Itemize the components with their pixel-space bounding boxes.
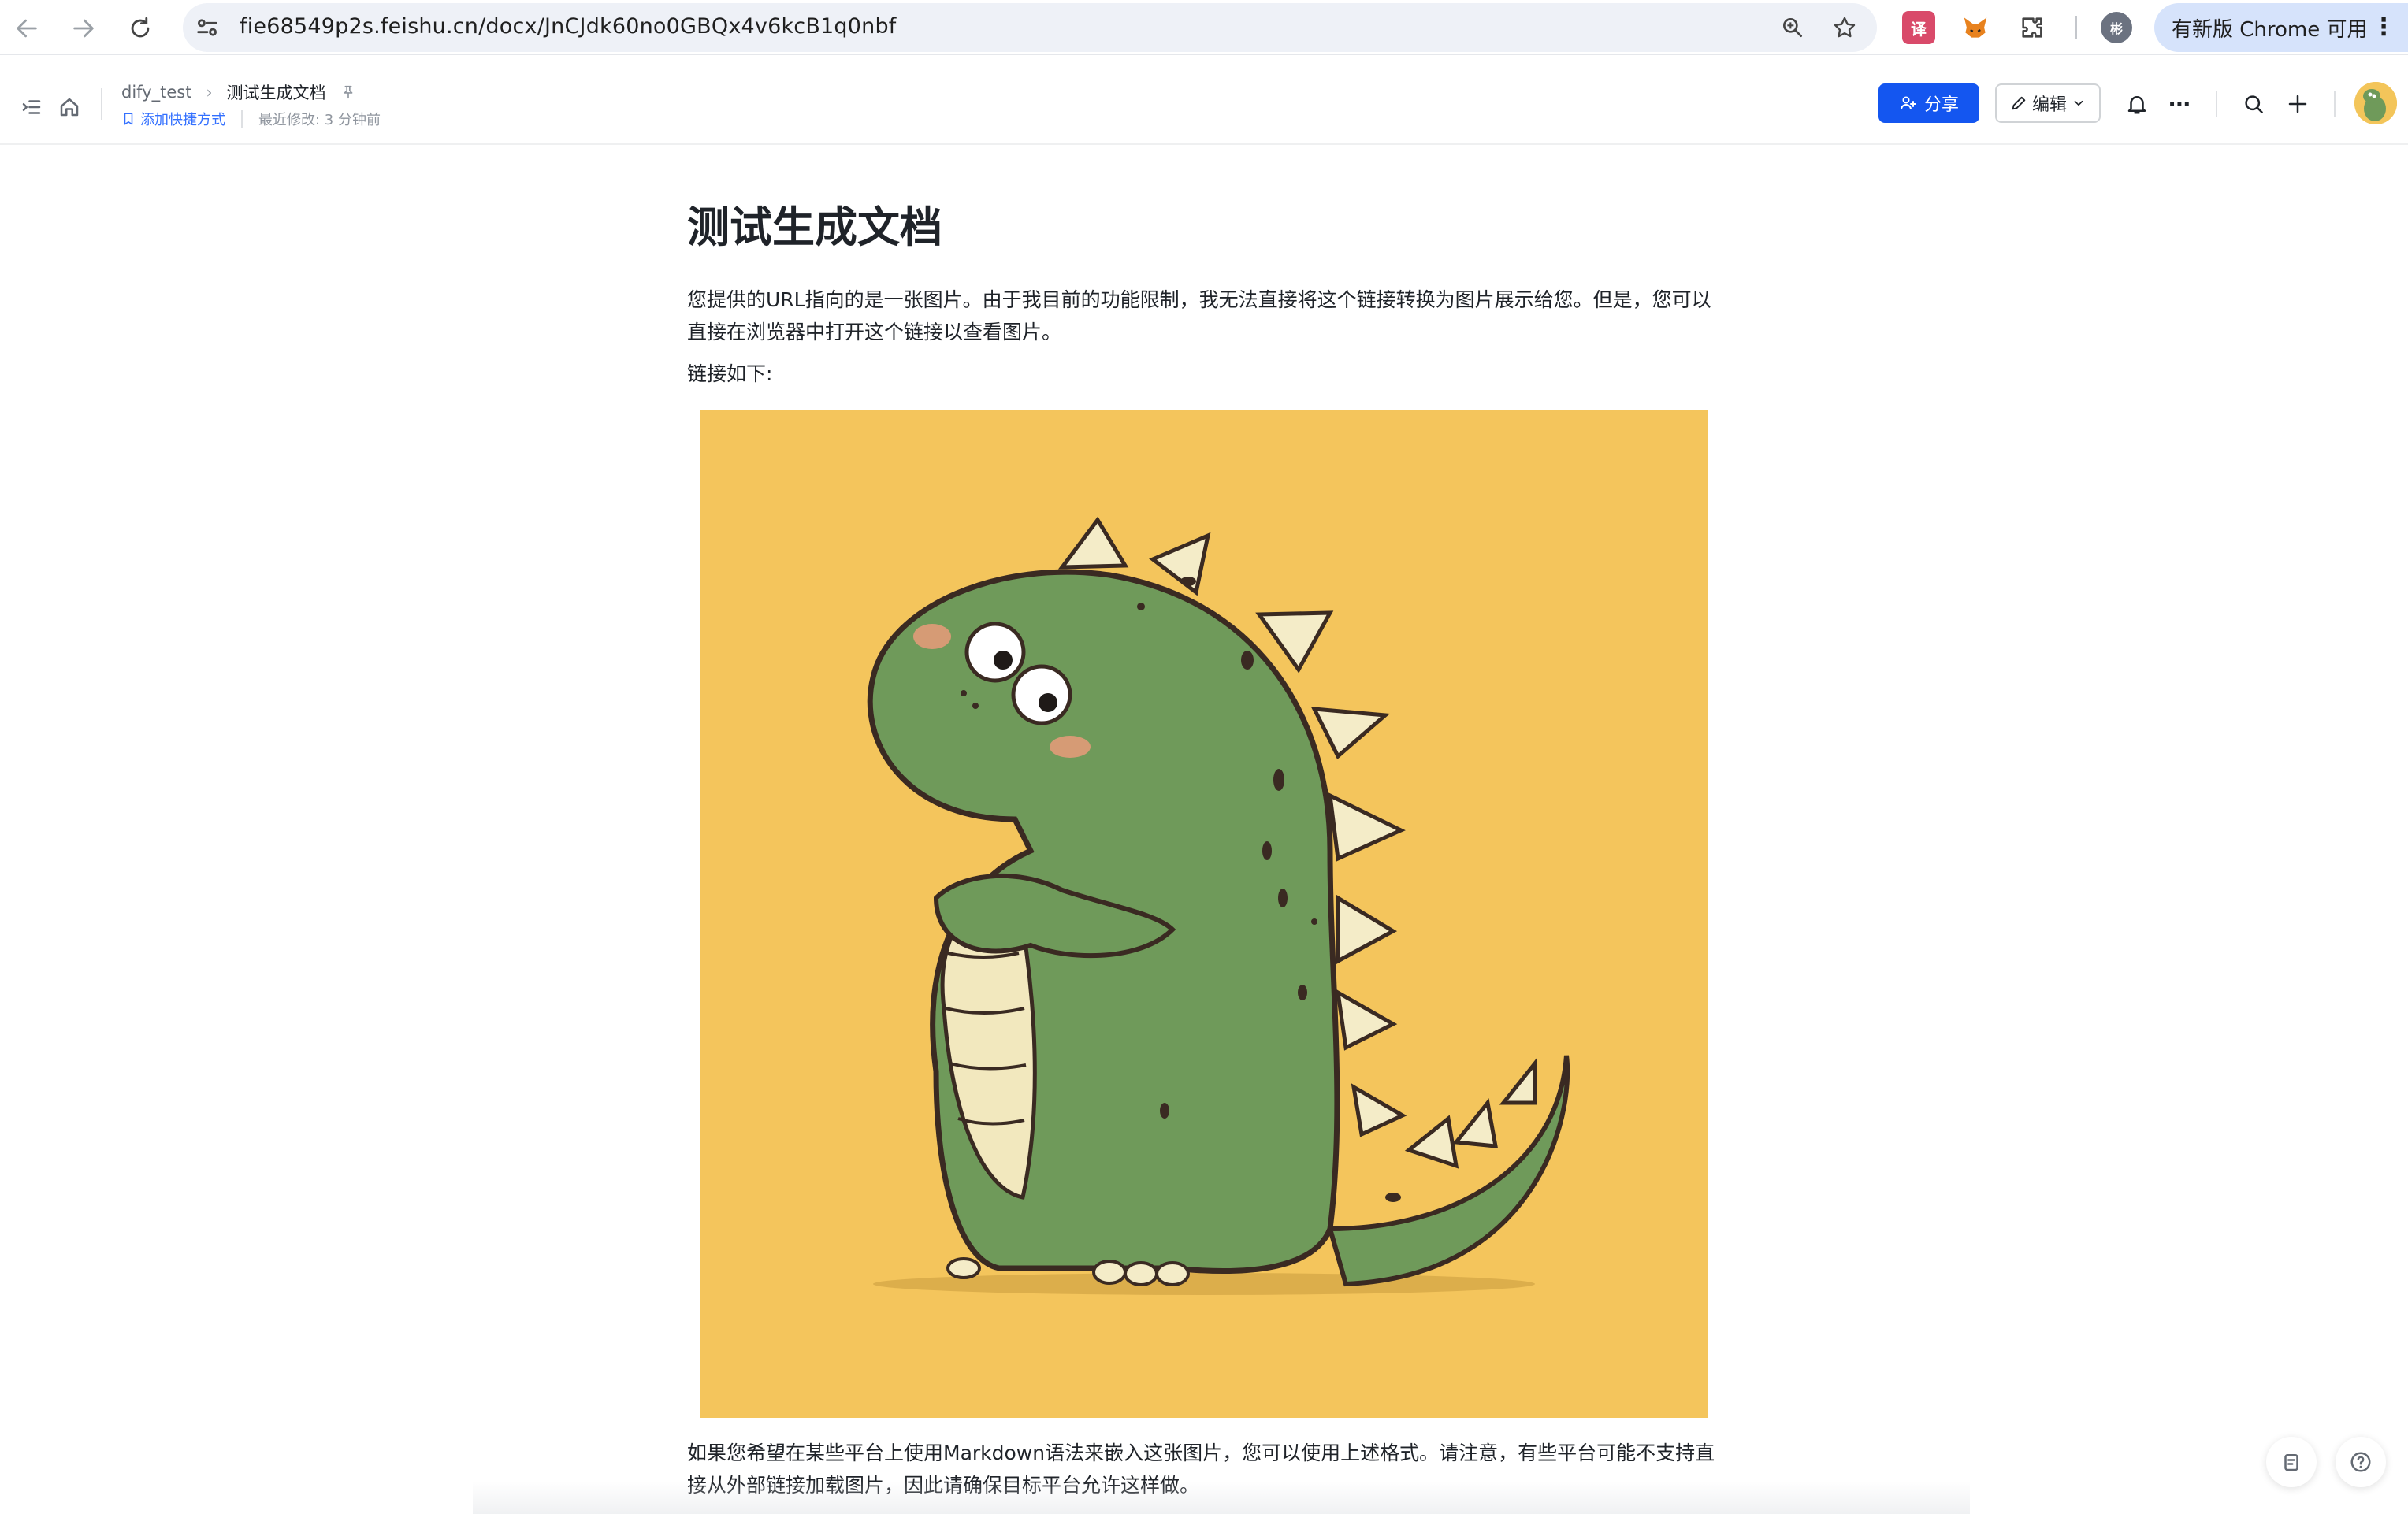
help-icon [2350, 1452, 2371, 1472]
header-divider [101, 88, 102, 120]
reload-button[interactable] [120, 8, 161, 49]
doc-subline: 添加快捷方式 最近修改: 3 分钟前 [121, 109, 381, 129]
copy-fab-button[interactable] [2266, 1437, 2317, 1487]
star-icon [1834, 17, 1856, 38]
subline-divider [241, 110, 243, 128]
more-horizontal-icon: ⋯ [2168, 91, 2191, 117]
header-divider-right [2216, 91, 2217, 117]
site-settings-icon[interactable] [194, 14, 221, 41]
breadcrumb-parent[interactable]: dify_test [121, 83, 191, 102]
home-icon [60, 98, 79, 117]
search-icon [2245, 95, 2263, 113]
translate-extension-icon[interactable]: 译 [1902, 11, 1935, 44]
header-divider-avatar [2334, 91, 2336, 117]
reload-icon [131, 17, 150, 38]
doc-header: dify_test › 测试生成文档 添加快捷方式 最近修改: 3 分钟前 分享… [0, 57, 2408, 145]
link-label-paragraph[interactable]: 链接如下: [687, 358, 1719, 390]
arrow-right-icon [73, 19, 94, 38]
more-vert-icon[interactable]: ⋮ [2372, 14, 2395, 41]
dinosaur-illustration [867, 516, 1570, 1295]
toggle-sidebar-button[interactable] [16, 91, 47, 123]
arrow-left-icon [17, 19, 37, 38]
home-button[interactable] [54, 91, 85, 123]
chevron-down-icon [2074, 100, 2083, 106]
bookmark-button[interactable] [1830, 13, 1860, 43]
create-button[interactable] [2282, 88, 2313, 120]
address-bar[interactable]: fie68549p2s.feishu.cn/docx/JnCJdk60no0GB… [183, 3, 1877, 52]
chevron-right-icon: › [206, 83, 213, 102]
add-shortcut-link[interactable]: 添加快捷方式 [121, 109, 225, 129]
edit-label: 编辑 [2031, 95, 2067, 115]
outro-paragraph[interactable]: 如果您希望在某些平台上使用Markdown语法来嵌入这张图片，您可以使用上述格式… [687, 1437, 1719, 1501]
url-text[interactable]: fie68549p2s.feishu.cn/docx/JnCJdk60no0GB… [240, 14, 897, 39]
update-label: 有新版 Chrome 可用 [2172, 17, 2368, 42]
pin-icon[interactable] [340, 83, 357, 101]
zoom-button[interactable] [1778, 13, 1808, 43]
notification-button[interactable] [2121, 88, 2153, 120]
edit-mode-button[interactable]: 编辑 [1995, 83, 2101, 123]
add-shortcut-label: 添加快捷方式 [140, 112, 225, 128]
document-copy-icon [2284, 1454, 2298, 1471]
chrome-update-button[interactable]: 有新版 Chrome 可用 ⋮ [2154, 3, 2408, 52]
extensions-button[interactable] [2016, 11, 2049, 44]
dino-avatar-icon [2354, 82, 2397, 124]
more-options-button[interactable]: ⋯ [2164, 88, 2195, 120]
browser-toolbar: fie68549p2s.feishu.cn/docx/JnCJdk60no0GB… [0, 0, 2408, 55]
bell-icon [2127, 96, 2146, 114]
user-avatar[interactable] [2354, 82, 2397, 124]
breadcrumb: dify_test › 测试生成文档 [121, 80, 357, 104]
profile-initial: 彬 [2109, 21, 2123, 36]
zoom-icon [1783, 17, 1802, 37]
puzzle-icon [2022, 17, 2042, 38]
shortcut-icon [124, 113, 133, 125]
help-fab-button[interactable] [2336, 1437, 2386, 1487]
plus-icon [2288, 95, 2307, 113]
share-label: 分享 [1923, 95, 1959, 115]
embedded-image[interactable] [700, 410, 1708, 1418]
profile-avatar[interactable]: 彬 [2101, 12, 2132, 43]
share-button[interactable]: 分享 [1878, 83, 1979, 123]
back-button[interactable] [6, 8, 47, 49]
forward-button[interactable] [63, 8, 104, 49]
last-modified: 最近修改: 3 分钟前 [258, 112, 381, 128]
breadcrumb-current[interactable]: 测试生成文档 [226, 80, 325, 104]
sidebar-expand-icon [22, 100, 41, 114]
intro-paragraph[interactable]: 您提供的URL指向的是一张图片。由于我目前的功能限制，我无法直接将这个链接转换为… [687, 284, 1719, 348]
fox-extension-icon[interactable] [1959, 11, 1992, 44]
pencil-icon [2012, 96, 2026, 110]
toolbar-divider [2075, 16, 2077, 39]
share-users-icon [1900, 96, 1916, 110]
search-button[interactable] [2238, 88, 2269, 120]
translate-extension-label: 译 [1911, 19, 1927, 39]
document-title[interactable]: 测试生成文档 [687, 192, 942, 254]
fox-icon [1964, 17, 1987, 38]
